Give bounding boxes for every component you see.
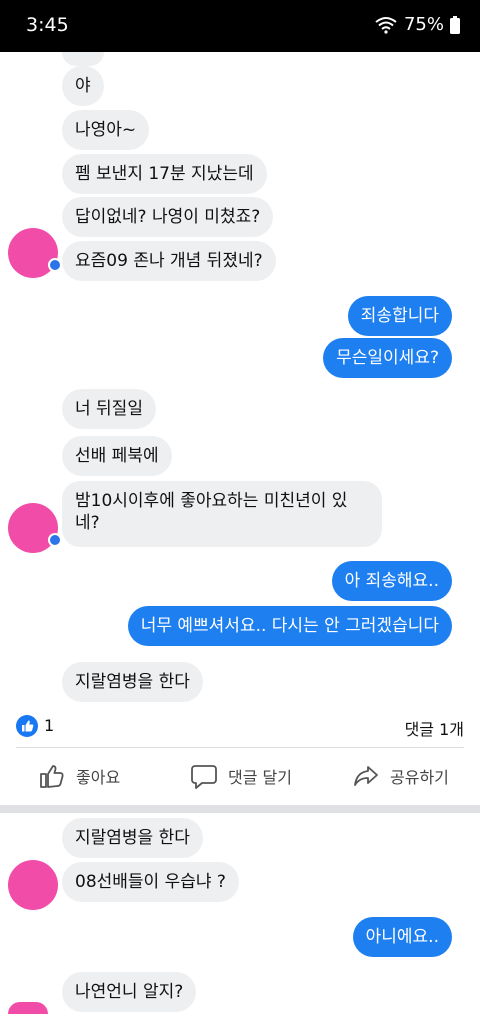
message-bubble-incoming[interactable]: 지랄염병을 한다 [62,662,203,702]
message-bubble-incoming[interactable]: 나영아~ [62,110,150,150]
status-bar: 3:45 75% [0,0,480,52]
online-status-dot [48,258,62,272]
like-count[interactable]: 1 [44,716,54,735]
battery-icon [450,15,460,34]
message-bubble-cutoff [62,52,104,66]
reaction-summary: 1 댓글 1개 [16,712,464,742]
message-bubble-outgoing[interactable]: 아 죄송해요.. [331,561,452,601]
post-actions: 좋아요 댓글 달기 공유하기 [0,748,480,804]
message-text-line: 네? [75,513,100,533]
thumbs-up-icon [40,765,64,788]
message-bubble-incoming[interactable]: 요즘09 존나 개념 뒤졌네? [62,241,276,281]
message-bubble-incoming[interactable]: 답이없네? 나영이 미쳤죠? [62,197,274,237]
battery-percent: 75% [403,14,444,35]
avatar[interactable] [8,503,62,553]
message-bubble-incoming[interactable]: 08선배들이 우습냐 ? [62,862,239,902]
status-time: 3:45 [26,14,69,36]
message-bubble-incoming[interactable]: 지랄염병을 한다 [62,818,203,858]
comment-button[interactable]: 댓글 달기 [190,748,292,804]
avatar[interactable] [8,860,58,910]
message-text-line: 밤10시이후에 좋아요하는 미친년이 있 [75,491,348,511]
message-bubble-outgoing[interactable]: 아니에요.. [352,917,452,957]
speech-bubble-icon [191,765,217,789]
avatar[interactable] [8,1002,48,1014]
share-button-label: 공유하기 [390,768,449,787]
online-status-dot [48,533,62,547]
message-bubble-incoming[interactable]: 선배 페북에 [62,436,172,476]
share-arrow-icon [354,766,378,786]
message-bubble-outgoing[interactable]: 너무 예쁘셔서요.. 다시는 안 그러겠습니다 [127,606,452,646]
message-bubble-incoming[interactable]: 밤10시이후에 좋아요하는 미친년이 있 네? [62,481,382,547]
comment-count[interactable]: 댓글 1개 [405,716,464,740]
like-button-label: 좋아요 [76,768,121,787]
section-separator [0,805,480,813]
share-button[interactable]: 공유하기 [352,748,449,804]
wifi-icon [374,16,398,34]
comment-button-label: 댓글 달기 [228,768,292,787]
message-bubble-incoming[interactable]: 너 뒤질일 [62,389,156,429]
like-button[interactable]: 좋아요 [38,748,120,804]
message-bubble-outgoing[interactable]: 무슨일이세요? [323,338,452,378]
message-bubble-incoming[interactable]: 펨 보낸지 17분 지났는데 [62,154,267,194]
message-bubble-incoming[interactable]: 야 [62,66,104,106]
like-reaction-icon[interactable] [16,715,38,737]
message-bubble-incoming[interactable]: 나연언니 알지? [62,972,197,1012]
message-bubble-outgoing[interactable]: 죄송합니다 [347,296,452,336]
avatar[interactable] [8,228,62,278]
